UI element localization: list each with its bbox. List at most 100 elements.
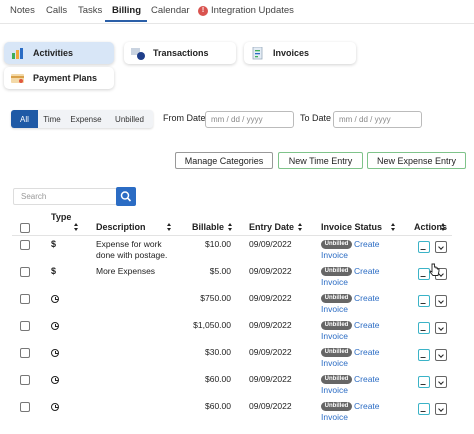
transactions-icon [131,47,145,60]
dollar-icon: $ [51,239,57,249]
create-invoice-link[interactable]: Create Invoice [321,320,391,342]
search-button[interactable] [116,187,136,206]
col-description-header[interactable]: Description [96,222,146,232]
chevron-down-icon [438,244,444,250]
top-tab-bar: Notes Calls Tasks Billing Calendar ! Int… [0,0,474,24]
chevron-down-icon [438,325,444,331]
chevron-down-icon [438,352,444,358]
new-expense-entry-button[interactable]: New Expense Entry [367,152,466,169]
tab-tasks[interactable]: Tasks [78,5,102,16]
row-checkbox[interactable] [20,402,30,412]
create-invoice-link[interactable]: Create Invoice [321,401,391,423]
chevron-down-icon [438,379,444,385]
row-billable: $750.00 [200,293,231,303]
edit-button[interactable] [418,376,430,388]
row-checkbox[interactable] [20,375,30,385]
row-billable: $60.00 [205,374,231,384]
row-menu-button[interactable] [435,295,447,307]
row-description: More Expenses [96,266,156,276]
row-entry-date: 09/09/2022 [249,320,292,330]
row-billable: $10.00 [205,239,231,249]
new-time-entry-button[interactable]: New Time Entry [278,152,363,169]
tab-calls[interactable]: Calls [46,5,67,16]
row-checkbox[interactable] [20,348,30,358]
tab-divider [0,23,474,24]
filter-expense[interactable]: Expense [66,110,106,128]
filter-time[interactable]: Time [38,110,66,128]
tab-integration-updates[interactable]: Integration Updates [211,5,294,16]
filter-all[interactable]: All [11,110,38,128]
to-date-input[interactable]: mm / dd / yyyy [333,111,422,128]
create-invoice-link[interactable]: Create Invoice [321,239,391,261]
col-type-header[interactable]: Type [51,212,71,222]
sort-icon[interactable] [441,223,446,232]
manage-categories-button[interactable]: Manage Categories [175,152,273,169]
clock-icon [51,376,59,384]
pencil-icon [420,298,429,304]
col-invoice-status-header[interactable]: Invoice Status [321,222,382,232]
module-payment-plans[interactable]: Payment Plans [4,67,114,89]
chevron-down-icon [438,406,444,412]
module-activities[interactable]: Activities [4,42,114,64]
row-entry-date: 09/09/2022 [249,347,292,357]
select-all-checkbox[interactable] [20,223,30,233]
mouse-cursor-icon [429,263,440,276]
edit-button[interactable] [418,241,430,253]
tab-notes[interactable]: Notes [10,5,35,16]
pencil-icon [420,325,429,331]
tab-calendar[interactable]: Calendar [151,5,190,16]
type-filter-segmented: All Time Expense Unbilled [11,110,153,128]
row-entry-date: 09/09/2022 [249,239,292,249]
edit-button[interactable] [418,322,430,334]
search-input[interactable]: Search [13,188,117,205]
row-menu-button[interactable] [435,241,447,253]
edit-button[interactable] [418,295,430,307]
row-checkbox[interactable] [20,267,30,277]
col-entry-date-header[interactable]: Entry Date [249,222,294,232]
pencil-icon [420,244,429,250]
active-tab-underline [105,20,147,22]
module-label: Activities [33,48,74,58]
row-checkbox[interactable] [20,240,30,250]
row-billable: $1,050.00 [193,320,231,330]
row-entry-date: 09/09/2022 [249,266,292,276]
search-icon [120,191,132,202]
row-entry-date: 09/09/2022 [249,374,292,384]
alert-badge-icon: ! [198,6,208,16]
create-invoice-link[interactable]: Create Invoice [321,374,391,396]
sort-icon[interactable] [74,223,79,232]
module-transactions[interactable]: Transactions [124,42,236,64]
row-menu-button[interactable] [435,322,447,334]
row-entry-date: 09/09/2022 [249,293,292,303]
sort-icon[interactable] [228,223,233,232]
col-billable-header[interactable]: Billable [192,222,224,232]
from-date-label: From Date [163,113,206,123]
clock-icon [51,403,59,411]
module-invoices[interactable]: Invoices [244,42,356,64]
row-billable: $30.00 [205,347,231,357]
create-invoice-link[interactable]: Create Invoice [321,347,391,369]
pencil-icon [420,379,429,385]
edit-button[interactable] [418,349,430,361]
sort-icon[interactable] [391,223,396,232]
row-menu-button[interactable] [435,376,447,388]
create-invoice-link[interactable]: Create Invoice [321,293,391,315]
tab-billing[interactable]: Billing [112,5,141,16]
payment-plans-icon [11,72,25,85]
row-menu-button[interactable] [435,403,447,415]
row-checkbox[interactable] [20,294,30,304]
create-invoice-link[interactable]: Create Invoice [321,266,391,288]
sort-icon[interactable] [298,223,303,232]
from-date-input[interactable]: mm / dd / yyyy [205,111,294,128]
row-checkbox[interactable] [20,321,30,331]
row-billable: $60.00 [205,401,231,411]
sort-icon[interactable] [167,223,172,232]
dollar-icon: $ [51,266,57,276]
chevron-down-icon [438,298,444,304]
filter-unbilled[interactable]: Unbilled [106,110,153,128]
edit-button[interactable] [418,403,430,415]
module-label: Transactions [153,48,209,58]
row-menu-button[interactable] [435,349,447,361]
to-date-label: To Date [300,113,332,123]
pencil-icon [420,271,429,277]
